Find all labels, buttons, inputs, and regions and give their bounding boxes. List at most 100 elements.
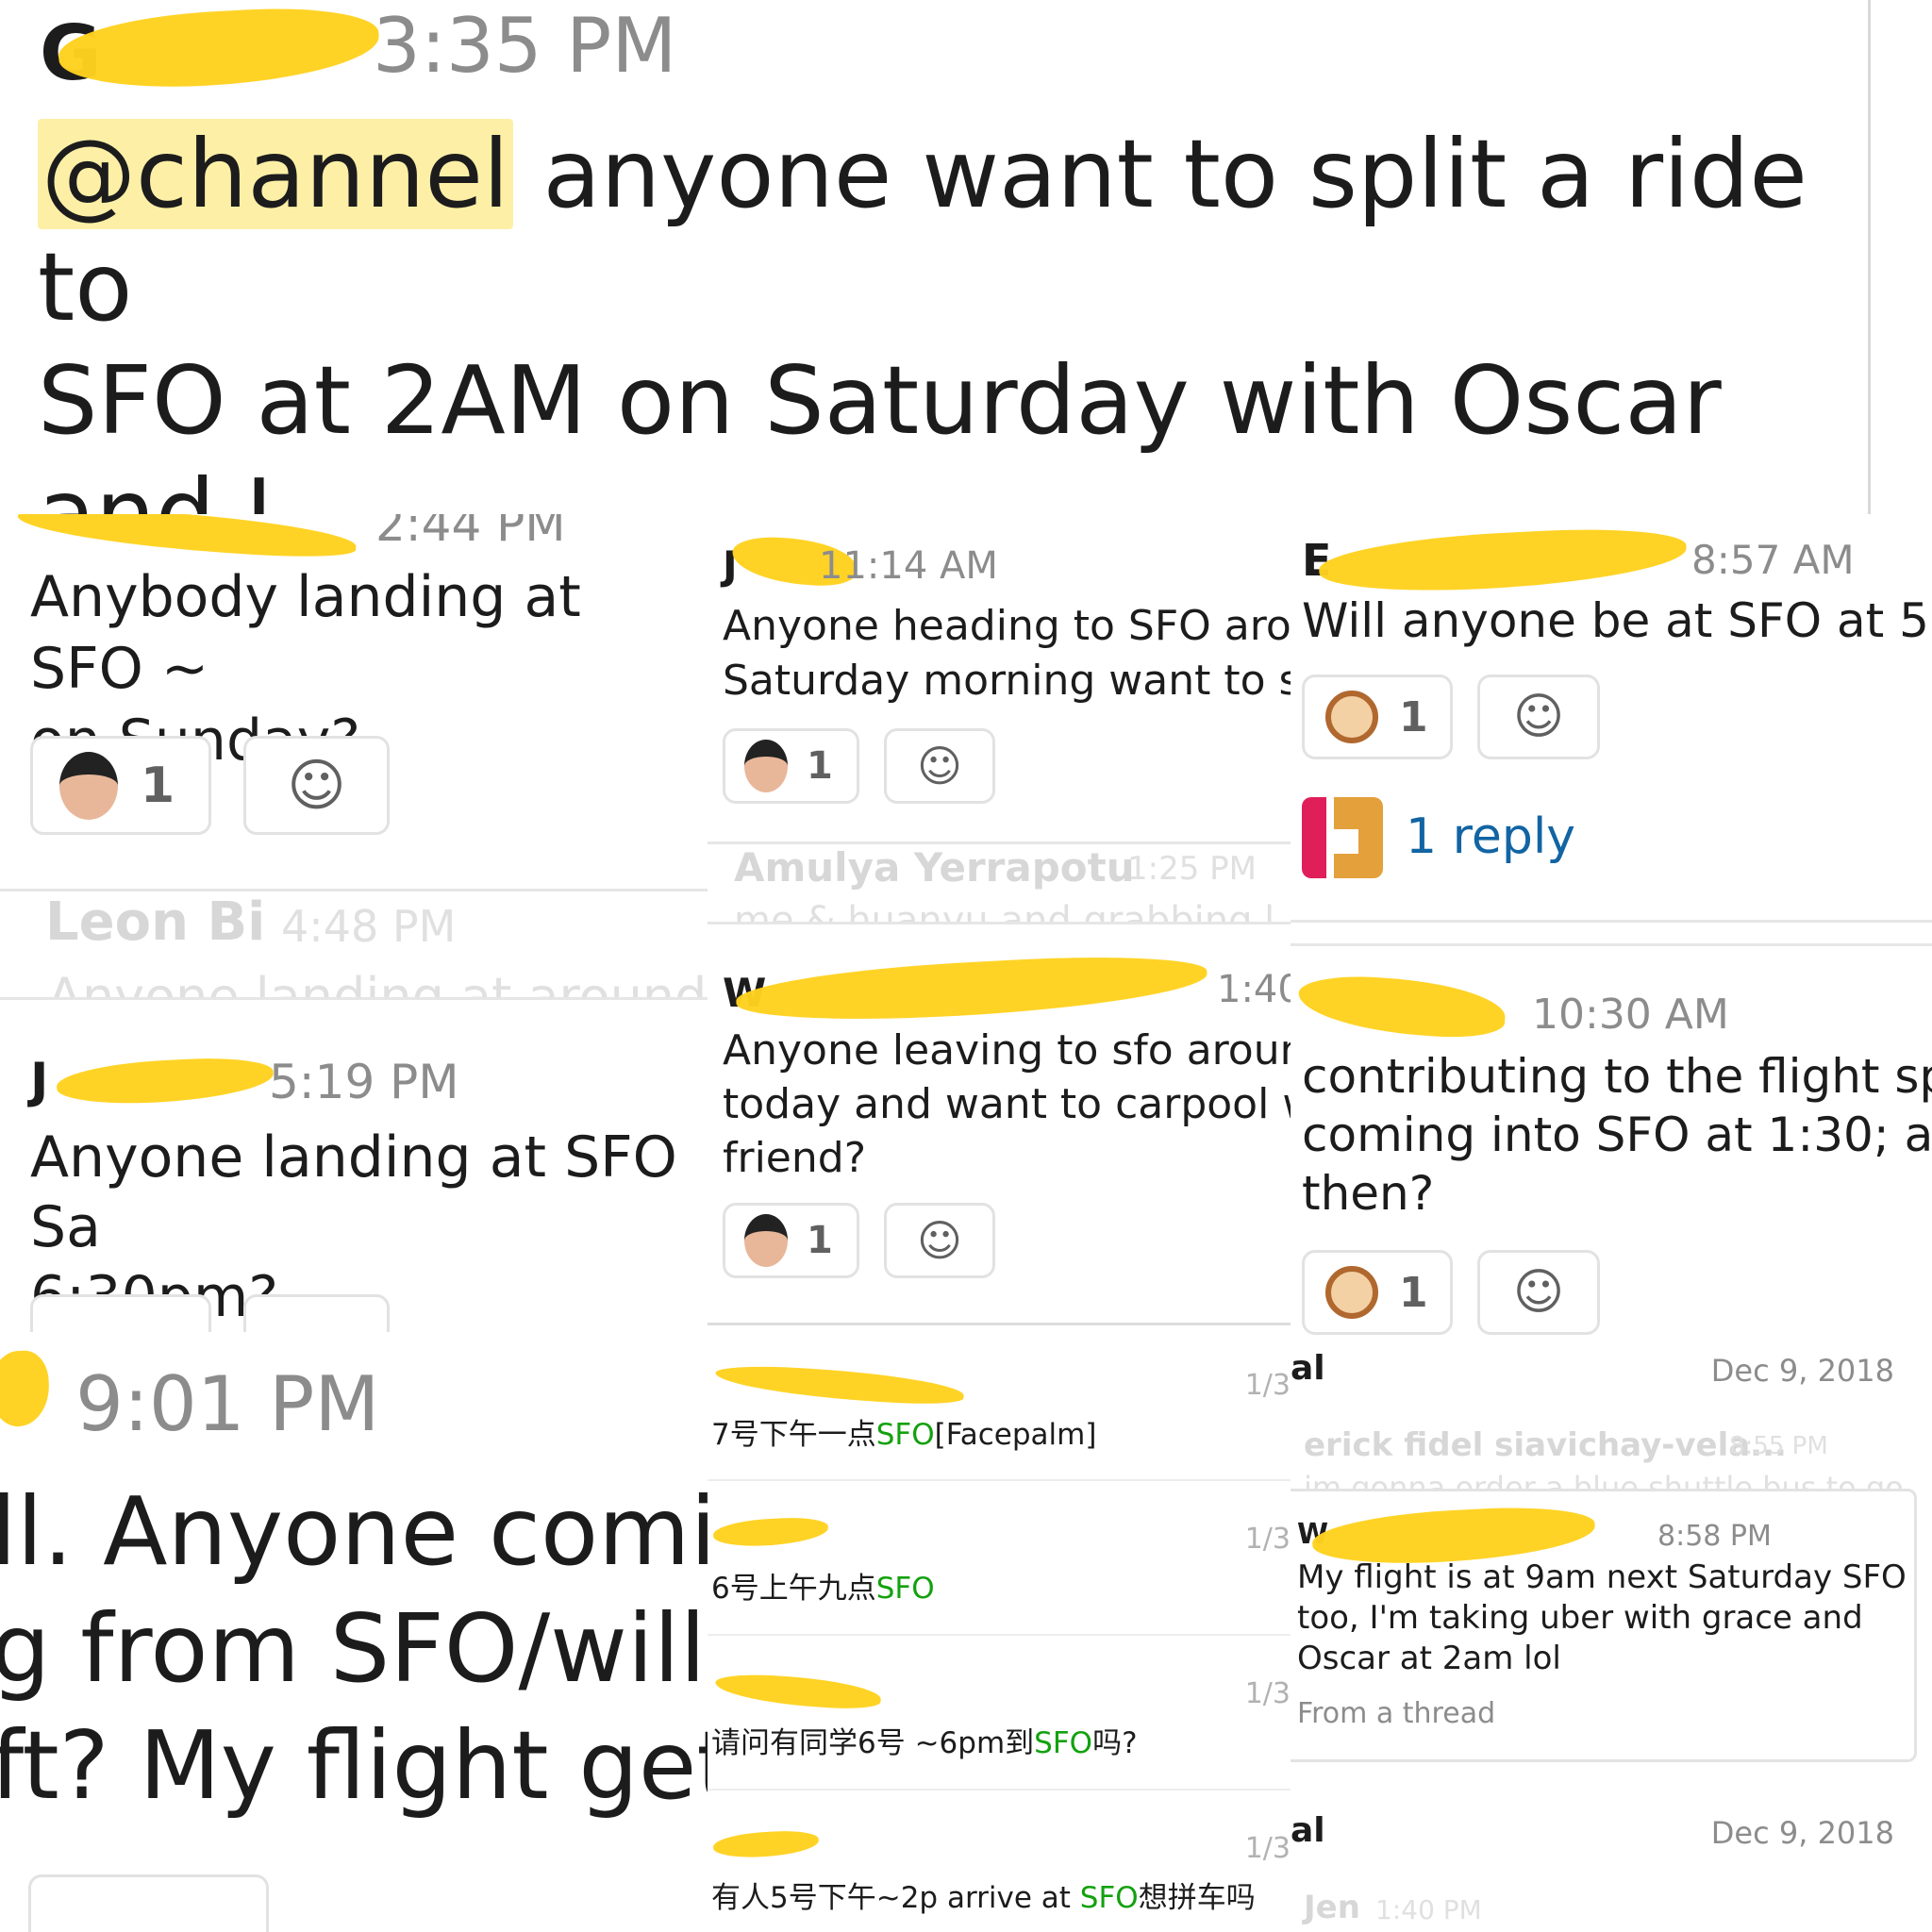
timestamp[interactable]: 8:58 PM — [1657, 1520, 1772, 1553]
wechat-item-date: 1/3 — [1244, 1677, 1291, 1710]
add-reaction-icon: ☺ — [287, 752, 346, 819]
message-line: Anybody landing at SFO ~ — [30, 564, 581, 702]
reaction-count: 1 — [807, 1219, 833, 1262]
message-line: Anyone heading to SFO arou — [723, 602, 1291, 650]
highlight-keyword: SFO — [1034, 1726, 1093, 1760]
thread-result-card[interactable]: W 8:58 PM My flight is at 9am next Satur… — [1291, 1489, 1917, 1762]
wechat-item[interactable]: 1/3 有人5号下午~2p arrive at SFO想拼车吗 — [708, 1790, 1291, 1932]
channel-mention[interactable]: @channel — [38, 119, 513, 229]
dog-reaction-pill[interactable]: 1 — [1302, 1250, 1453, 1335]
reaction-pill-partial[interactable] — [30, 1294, 211, 1332]
message-line: coming into SFO at 1:30; any — [1302, 1108, 1932, 1162]
text-segment: 有人5号下午~2p arrive at — [711, 1881, 1080, 1915]
message-panel-1030: 10:30 AM contributing to the flight spar… — [1291, 943, 1932, 1340]
redaction-mark — [1317, 523, 1689, 598]
redaction-mark — [1296, 972, 1507, 1041]
channel-name-suffix[interactable]: al — [1291, 1349, 1325, 1388]
thread-reply-link[interactable]: 1 reply — [1406, 808, 1575, 865]
timestamp[interactable]: 2:44 PM — [375, 514, 565, 552]
timestamp[interactable]: 1:40 — [1217, 968, 1291, 1011]
redaction-mark — [712, 1515, 829, 1549]
faded-message-panel-leon: Leon Bi 4:48 PM Anyone landing at around — [0, 891, 708, 1000]
faded-sender-name: Jen — [1304, 1889, 1360, 1926]
timestamp[interactable]: 5:19 PM — [269, 1055, 458, 1109]
add-reaction-button[interactable]: ☺ — [1477, 675, 1600, 759]
timestamp[interactable]: 11:14 AM — [819, 544, 998, 588]
panel-divider — [1868, 0, 1871, 514]
text-segment: 请问有同学6号 ~6pm到 — [711, 1726, 1035, 1760]
reaction-avatar-pill[interactable]: 1 — [723, 728, 859, 804]
faded-timestamp: 8:55 PM — [1729, 1432, 1828, 1460]
add-reaction-button[interactable] — [28, 1874, 269, 1932]
timestamp[interactable]: 9:01 PM — [75, 1360, 379, 1448]
add-reaction-icon: ☺ — [1512, 689, 1565, 745]
sender-name[interactable]: J — [30, 1053, 48, 1109]
add-reaction-icon: ☺ — [917, 741, 962, 791]
text-segment: 想拼车吗 — [1138, 1881, 1256, 1915]
add-reaction-button[interactable]: ☺ — [884, 1203, 995, 1278]
result-date: Dec 9, 2018 — [1710, 1815, 1894, 1851]
wechat-item-text: 请问有同学6号 ~6pm到SFO吗? — [711, 1719, 1138, 1761]
message-text: ll. Anyone comin g from SFO/willi ft? My… — [0, 1474, 708, 1824]
dog-reaction-pill[interactable]: 1 — [1302, 675, 1453, 759]
text-segment: 7号下午一点 — [711, 1418, 876, 1452]
result-date: Dec 9, 2018 — [1710, 1353, 1894, 1389]
wechat-item[interactable]: 1/3 请问有同学6号 ~6pm到SFO吗? — [708, 1636, 1291, 1790]
message-line: g from SFO/willi — [0, 1593, 708, 1704]
faded-timestamp: 4:48 PM — [281, 901, 457, 952]
message-line: then? — [1302, 1166, 1435, 1221]
reaction-avatar-pill[interactable]: 1 — [723, 1203, 859, 1278]
highlight-keyword: SFO — [875, 1418, 935, 1452]
message-divider — [1291, 943, 1932, 946]
add-reaction-button[interactable]: ☺ — [1477, 1250, 1600, 1335]
redaction-mark — [56, 1055, 275, 1108]
redaction-mark — [712, 1829, 820, 1859]
faded-sender-name: Amulya Yerrapotu — [734, 844, 1135, 891]
app-logo-icon — [1302, 797, 1383, 878]
timestamp[interactable]: 10:30 AM — [1532, 991, 1729, 1039]
avatar-emoji-icon — [744, 1214, 788, 1267]
faded-timestamp: 1:25 PM — [1127, 850, 1257, 888]
message-line: today and want to carpool wi — [723, 1080, 1291, 1128]
redaction-mark — [714, 1671, 882, 1712]
wechat-item-text: 有人5号下午~2p arrive at SFO想拼车吗 — [711, 1874, 1256, 1916]
top-timestamp[interactable]: 3:35 PM — [373, 2, 676, 90]
message-line: too, I'm taking uber with grace and — [1297, 1599, 1863, 1637]
timestamp[interactable]: 8:57 AM — [1691, 537, 1855, 583]
add-reaction-button[interactable] — [243, 1294, 390, 1332]
avatar-emoji-icon — [59, 751, 118, 820]
message-panel-244: 2:44 PM Anybody landing at SFO ~ on Sund… — [0, 514, 708, 891]
faded-timestamp: 1:40 PM — [1375, 1894, 1482, 1925]
add-reaction-button[interactable]: ☺ — [884, 728, 995, 804]
text-segment: [Facepalm] — [934, 1418, 1097, 1452]
message-panel-857: E 8:57 AM Will anyone be at SFO at 5 pr … — [1291, 514, 1932, 943]
top-line3: and I — [38, 458, 274, 514]
message-line: Oscar at 2am lol — [1297, 1640, 1561, 1677]
message-divider — [1291, 920, 1932, 923]
redaction-mark — [734, 949, 1209, 1028]
wechat-search-results: 1/3 7号下午一点SFO[Facepalm] 1/3 6号上午九点SFO 1/… — [708, 1325, 1291, 1932]
reaction-count: 1 — [807, 744, 833, 788]
search-results-panel: al Dec 9, 2018 erick fidel siavichay-vel… — [1291, 1340, 1932, 1932]
message-line: ft? My flight gets — [0, 1710, 708, 1821]
text-segment: 吗? — [1092, 1726, 1138, 1760]
wechat-item[interactable]: 1/3 6号上午九点SFO — [708, 1481, 1291, 1636]
dog-emoji-icon — [1325, 691, 1378, 743]
highlight-keyword: SFO — [875, 1572, 935, 1606]
faded-message-text: Anyone landing at around — [47, 967, 708, 1000]
message-text: Anyone heading to SFO arou Saturday morn… — [723, 599, 1291, 708]
avatar-emoji-icon — [744, 740, 788, 792]
top-message-panel: G 3:35 PM @channel anyone want to split … — [0, 0, 1873, 514]
reaction-count: 1 — [1399, 1268, 1428, 1317]
redaction-mark — [714, 1361, 965, 1408]
wechat-item[interactable]: 1/3 7号下午一点SFO[Facepalm] — [708, 1325, 1291, 1481]
message-line: contributing to the flight spar — [1302, 1049, 1932, 1104]
reaction-avatar-pill[interactable]: 1 — [30, 736, 211, 835]
highlight-keyword: SFO — [1079, 1881, 1139, 1915]
wechat-item-date: 1/3 — [1244, 1523, 1291, 1556]
text-segment: 6号上午九点 — [711, 1572, 876, 1606]
channel-name-suffix[interactable]: al — [1291, 1811, 1325, 1850]
wechat-item-date: 1/3 — [1244, 1369, 1291, 1402]
redaction-mark — [57, 3, 381, 93]
add-reaction-button[interactable]: ☺ — [243, 736, 390, 835]
